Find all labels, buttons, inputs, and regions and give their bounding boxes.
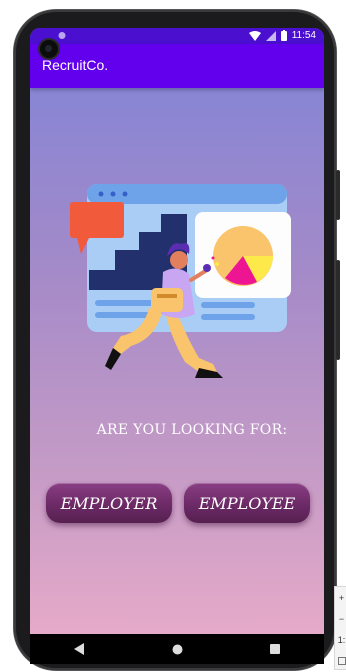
employee-button[interactable]: EMPLOYEE — [184, 483, 310, 523]
signal-icon — [265, 30, 276, 41]
battery-icon — [280, 30, 287, 41]
notification-icon — [58, 32, 66, 39]
status-bar: 11:54 — [30, 28, 324, 44]
power-button — [336, 260, 340, 360]
wifi-icon — [248, 30, 261, 41]
employer-button[interactable]: EMPLOYER — [46, 483, 172, 523]
zoom-out-button[interactable]: − — [335, 608, 346, 629]
front-camera — [40, 40, 58, 58]
app-screen: 11:54 RecruitCo. ARE YOU LOOKING FOR: EM… — [30, 28, 324, 634]
system-nav-bar — [30, 634, 324, 664]
emulator-toolbar: + − 1: — [334, 586, 346, 670]
zoom-ratio-button[interactable]: 1: — [335, 629, 346, 650]
back-button[interactable] — [69, 639, 89, 659]
app-title: RecruitCo. — [42, 57, 109, 73]
app-bar: RecruitCo. — [30, 44, 324, 88]
fit-screen-button[interactable] — [335, 650, 346, 671]
question-text: ARE YOU LOOKING FOR: — [96, 422, 288, 438]
home-icon — [172, 644, 182, 654]
status-time: 11:54 — [291, 30, 316, 41]
question-heading: ARE YOU LOOKING FOR: — [30, 422, 324, 438]
employer-button-label: EMPLOYER — [60, 493, 158, 513]
volume-button — [336, 170, 340, 220]
recents-icon — [270, 644, 280, 654]
employee-button-label: EMPLOYEE — [198, 493, 296, 513]
home-button[interactable] — [167, 639, 187, 659]
back-icon — [74, 643, 84, 655]
recents-button[interactable] — [265, 639, 285, 659]
fit-screen-icon — [337, 656, 346, 665]
zoom-in-button[interactable]: + — [335, 587, 346, 608]
recruitment-illustration — [70, 184, 291, 378]
